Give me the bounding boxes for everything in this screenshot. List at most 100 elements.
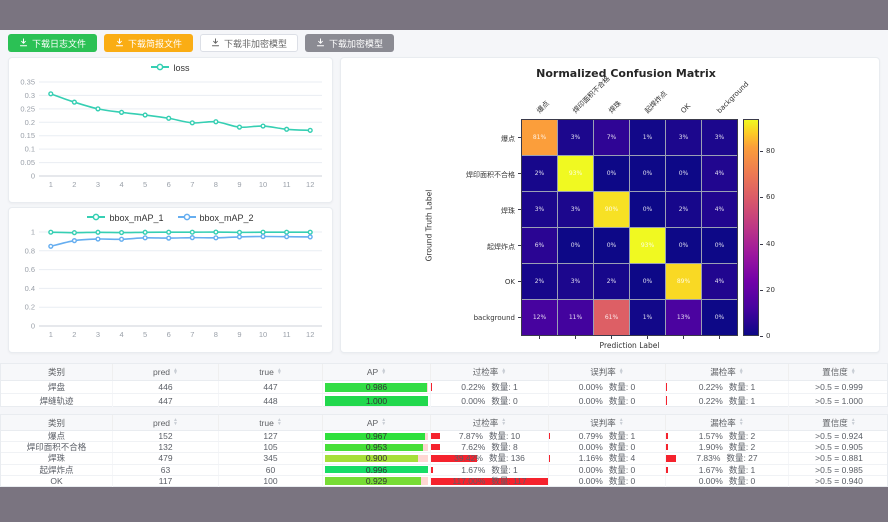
- svg-text:0.05: 0.05: [20, 158, 35, 167]
- ap-value: 0.929: [366, 476, 387, 486]
- rate-percent: 7.87%: [459, 431, 483, 441]
- matrix-cell: 11%: [558, 300, 593, 335]
- svg-text:5: 5: [143, 180, 147, 189]
- sort-caret-icon[interactable]: ▲▼: [501, 419, 506, 426]
- download-icon: [211, 38, 220, 49]
- column-header-label: 过检率: [473, 366, 499, 378]
- sort-caret-icon[interactable]: ▲▼: [619, 369, 624, 376]
- sort-caret-icon[interactable]: ▲▼: [851, 419, 856, 426]
- rate-percent: 1.67%: [461, 465, 485, 475]
- svg-text:1: 1: [49, 330, 53, 339]
- matrix-cell: 0%: [594, 228, 629, 263]
- svg-text:2: 2: [72, 330, 76, 339]
- column-header-pred[interactable]: pred▲▼: [113, 364, 219, 380]
- rate-count: 数量: 0: [609, 395, 635, 407]
- column-header-miss[interactable]: 漏检率▲▼: [666, 364, 789, 380]
- sort-caret-icon[interactable]: ▲▼: [277, 369, 282, 376]
- svg-text:4: 4: [119, 180, 123, 189]
- column-header-miss[interactable]: 漏检率▲▼: [666, 415, 789, 430]
- confidence-cell: >0.5 = 0.881: [789, 453, 888, 463]
- sort-caret-icon[interactable]: ▲▼: [381, 369, 386, 376]
- matrix-row-label: 起焊炸点: [341, 242, 515, 252]
- training-dashboard: 下载日志文件下载简报文件下载非加密模型下载加密模型 loss00.050.10.…: [0, 0, 888, 522]
- sort-caret-icon[interactable]: ▲▼: [619, 419, 624, 426]
- window-chrome-top: [0, 0, 888, 30]
- sort-caret-icon[interactable]: ▲▼: [851, 369, 856, 376]
- matrix-column-label: OK: [679, 102, 692, 115]
- colorbar-tick-mark: [760, 197, 763, 198]
- pred-count-cell: 117: [113, 476, 219, 487]
- sort-caret-icon[interactable]: ▲▼: [739, 419, 744, 426]
- card-loss-svg: 00.050.10.150.20.250.30.3512345678910111…: [9, 76, 332, 202]
- card-map-svg: 00.20.40.60.81123456789101112: [9, 226, 332, 352]
- download-icon: [19, 38, 28, 49]
- column-header-over[interactable]: 过检率▲▼: [431, 415, 549, 430]
- column-header-over[interactable]: 过检率▲▼: [431, 364, 549, 380]
- download-unencrypted-model-button[interactable]: 下载非加密模型: [200, 34, 298, 52]
- rate-percent: 7.62%: [461, 442, 485, 452]
- column-header-ap[interactable]: AP▲▼: [323, 415, 431, 430]
- column-header-conf[interactable]: 置信度▲▼: [789, 364, 888, 380]
- matrix-column-label: background: [715, 80, 750, 115]
- column-header-label: 误判率: [590, 417, 616, 429]
- rate-count: 数量: 2: [729, 442, 755, 452]
- legend-item-bbox_mAP_1[interactable]: bbox_mAP_1: [87, 213, 163, 223]
- column-header-ap[interactable]: AP▲▼: [323, 364, 431, 380]
- column-header-mis[interactable]: 误判率▲▼: [549, 364, 666, 380]
- colorbar-tick-mark: [760, 244, 763, 245]
- rate-red-bar: [549, 433, 550, 439]
- download-encrypted-model-button[interactable]: 下载加密模型: [305, 34, 394, 52]
- misjudge-rate-cell: 0.00%数量: 0: [549, 394, 666, 407]
- matrix-cell: 93%: [630, 228, 665, 263]
- sort-caret-icon[interactable]: ▲▼: [381, 419, 386, 426]
- table-header-row: 类别pred▲▼true▲▼AP▲▼过检率▲▼误判率▲▼漏检率▲▼置信度▲▼: [1, 364, 887, 381]
- ap-value: 0.996: [366, 465, 387, 475]
- rate-percent: 0.00%: [579, 382, 603, 392]
- colorbar: [743, 119, 759, 336]
- column-header-label: pred: [153, 418, 170, 428]
- svg-text:10: 10: [259, 180, 267, 189]
- rate-count: 数量: 4: [609, 453, 635, 463]
- matrix-cell: 1%: [630, 300, 665, 335]
- sort-caret-icon[interactable]: ▲▼: [173, 419, 178, 426]
- x-tick-mark: [719, 336, 720, 339]
- column-header-true[interactable]: true▲▼: [219, 415, 323, 430]
- x-tick-mark: [539, 336, 540, 339]
- ap-cell: 1.000: [323, 394, 431, 407]
- colorbar-tick-mark: [760, 336, 763, 337]
- matrix-cell: 13%: [666, 300, 701, 335]
- ap-cell: 0.967: [323, 431, 431, 441]
- download-log-file-button[interactable]: 下载日志文件: [8, 34, 97, 52]
- rate-red-bar: [431, 478, 548, 485]
- colorbar-tick-label: 0: [766, 332, 770, 340]
- y-tick-mark: [518, 245, 521, 246]
- download-report-file-button[interactable]: 下载简报文件: [104, 34, 193, 52]
- legend-item-bbox_mAP_2[interactable]: bbox_mAP_2: [178, 213, 254, 223]
- legend-item-loss[interactable]: loss: [151, 63, 189, 73]
- svg-text:3: 3: [96, 180, 100, 189]
- rate-red-bar: [431, 444, 440, 450]
- rate-count: 数量: 2: [729, 431, 755, 441]
- sort-caret-icon[interactable]: ▲▼: [173, 369, 178, 376]
- download-icon: [115, 38, 124, 49]
- svg-text:8: 8: [214, 180, 218, 189]
- true-count-cell: 105: [219, 442, 323, 452]
- column-header-true[interactable]: true▲▼: [219, 364, 323, 380]
- column-header-mis[interactable]: 误判率▲▼: [549, 415, 666, 430]
- y-tick-mark: [518, 317, 521, 318]
- matrix-row-label: OK: [341, 278, 515, 286]
- overcheck-rate-cell: 1.67%数量: 1: [431, 465, 549, 475]
- matrix-cell: 2%: [666, 192, 701, 227]
- column-header-pred[interactable]: pred▲▼: [113, 415, 219, 430]
- button-label: 下载日志文件: [32, 37, 86, 50]
- matrix-cell: 0%: [666, 156, 701, 191]
- column-header-conf[interactable]: 置信度▲▼: [789, 415, 888, 430]
- matrix-cell: 4%: [702, 156, 737, 191]
- matrix-cell: 3%: [558, 120, 593, 155]
- sort-caret-icon[interactable]: ▲▼: [501, 369, 506, 376]
- svg-text:11: 11: [283, 180, 291, 189]
- sort-caret-icon[interactable]: ▲▼: [277, 419, 282, 426]
- sort-caret-icon[interactable]: ▲▼: [739, 369, 744, 376]
- matrix-column-label: 爆点: [535, 99, 551, 115]
- ap-value: 0.953: [366, 442, 387, 452]
